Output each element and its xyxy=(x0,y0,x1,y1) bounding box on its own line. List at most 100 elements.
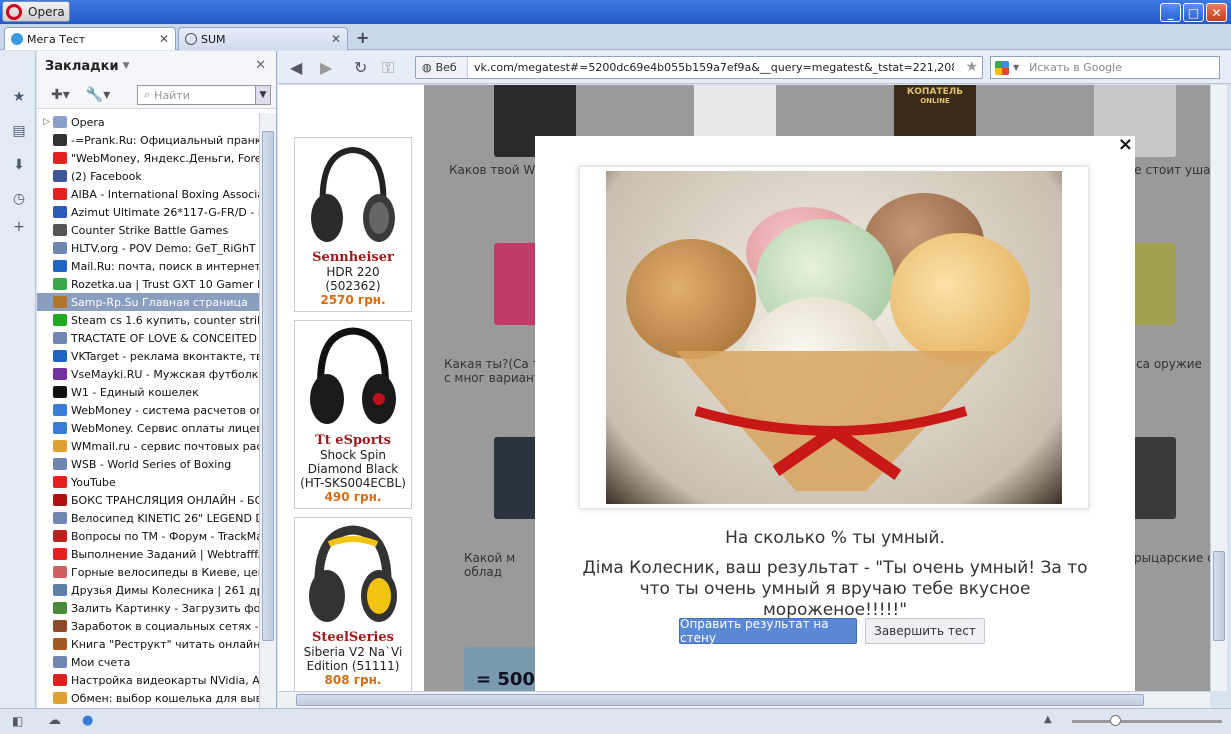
bookmark-item[interactable]: Steam cs 1.6 купить, counter strike... xyxy=(37,311,259,329)
bookmarks-search-input[interactable]: ⌕ Найти ▼ xyxy=(137,85,271,105)
address-field[interactable]: ◍ Веб vk.com/megatest#=5200dc69e4b055b15… xyxy=(415,56,983,79)
bookmark-label: Вопросы по ТМ - Форум - TrackMan... xyxy=(71,529,259,543)
social-icon xyxy=(53,620,67,632)
ice-cream-image xyxy=(579,166,1089,509)
mailru-icon xyxy=(53,260,67,272)
forward-icon[interactable]: ▶ xyxy=(320,58,332,77)
ad-brand[interactable]: Sennheiser xyxy=(297,250,409,265)
bookmark-item[interactable]: Мои счета xyxy=(37,653,259,671)
bookmark-item[interactable]: Rozetka.ua | Trust GXT 10 Gamer H... xyxy=(37,275,259,293)
bookmark-item[interactable]: Велосипед KINETIC 26" LEGEND Di... xyxy=(37,509,259,527)
downloads-panel-icon[interactable]: ⬇ xyxy=(11,157,27,173)
bookmark-item[interactable]: VKTarget - реклама вконтакте, тв... xyxy=(37,347,259,365)
history-panel-icon[interactable]: ◷ xyxy=(11,191,27,207)
bookmarks-panel-icon[interactable]: ★ xyxy=(11,89,27,105)
bookmark-label: Rozetka.ua | Trust GXT 10 Gamer H... xyxy=(71,277,259,291)
google-search-input[interactable]: ▼ Искать в Google xyxy=(990,56,1220,79)
tab-sum[interactable]: SUM ✕ xyxy=(178,27,348,50)
bookmark-item[interactable]: Залить Картинку - Загрузить фот... xyxy=(37,599,259,617)
opera-menu-button[interactable]: Opera xyxy=(2,1,70,22)
w1-icon xyxy=(53,386,67,398)
zoom-slider[interactable] xyxy=(1072,715,1222,726)
close-window-button[interactable]: ✕ xyxy=(1206,3,1227,22)
expand-icon[interactable]: ▷ xyxy=(43,117,50,127)
bookmark-item[interactable]: Книга "Реструкт" читать онлайн, ... xyxy=(37,635,259,653)
tab-mega-test[interactable]: Мега Тест ✕ xyxy=(4,27,176,50)
bookmark-item[interactable]: Mail.Ru: почта, поиск в интернете... xyxy=(37,257,259,275)
page-vertical-scrollbar[interactable] xyxy=(1210,85,1227,691)
ad-brand[interactable]: Tt eSports xyxy=(297,433,409,448)
bookmark-item[interactable]: (2) Facebook xyxy=(37,167,259,185)
bookmark-item[interactable]: WebMoney. Сервис оплаты лицев... xyxy=(37,419,259,437)
post-to-wall-button[interactable]: Оправить результат на стену xyxy=(679,617,857,645)
add-panel-icon[interactable]: + xyxy=(11,219,27,235)
globe-icon xyxy=(53,224,67,236)
bookmark-item[interactable]: Горные велосипеды в Киеве, цен... xyxy=(37,563,259,581)
reload-icon[interactable]: ↻ xyxy=(354,58,367,77)
bookmarks-list: ▷ Opera -=Prank.Ru: Официальный пранк-... "… xyxy=(37,113,259,708)
bookmark-label: -=Prank.Ru: Официальный пранк-... xyxy=(71,133,259,147)
bookmark-item[interactable]: YouTube xyxy=(37,473,259,491)
bookmark-star-icon[interactable]: ★ xyxy=(965,59,978,75)
add-bookmark-icon[interactable]: ✚▾ xyxy=(51,87,70,103)
web-badge[interactable]: ◍ Веб xyxy=(416,57,468,78)
ad-card[interactable]: Sennheiser HDR 220 (502362) 2570 грн. xyxy=(294,137,412,312)
bookmark-item[interactable]: WMmail.ru - сервис почтовых расс... xyxy=(37,437,259,455)
maximize-button[interactable]: □ xyxy=(1183,3,1204,22)
ad-card[interactable]: Tt eSports Shock Spin Diamond Black (HT-… xyxy=(294,320,412,509)
bookmark-item[interactable]: Counter Strike Battle Games xyxy=(37,221,259,239)
bookmark-item[interactable]: Выполнение Заданий | Webtrafff.ru xyxy=(37,545,259,563)
bookmark-item[interactable]: Настройка видеокарты NVidia, AT... xyxy=(37,671,259,689)
url-text[interactable]: vk.com/megatest#=5200dc69e4b055b159a7ef9… xyxy=(474,61,954,74)
tab-label: Мега Тест xyxy=(27,32,86,46)
bookmark-item[interactable]: Друзья Димы Колесника | 261 друг xyxy=(37,581,259,599)
page-horizontal-scrollbar[interactable] xyxy=(278,691,1210,708)
folder-icon xyxy=(53,116,67,128)
scrollbar-thumb[interactable] xyxy=(1213,551,1225,641)
notes-panel-icon[interactable]: ▤ xyxy=(11,123,27,139)
bookmark-item[interactable]: TRACTATE OF LOVE & CONCEITED ... xyxy=(37,329,259,347)
scrollbar-thumb[interactable] xyxy=(262,131,274,641)
bookmark-item[interactable]: Samp-Rp.Su Главная страница xyxy=(37,293,259,311)
ad-model: Shock Spin Diamond Black (HT-SKS004ECBL) xyxy=(300,448,406,490)
back-icon[interactable]: ◀ xyxy=(290,58,302,77)
bookmark-item[interactable]: -=Prank.Ru: Официальный пранк-... xyxy=(37,131,259,149)
close-tab-icon[interactable]: ✕ xyxy=(159,32,169,46)
close-tab-icon[interactable]: ✕ xyxy=(331,32,341,46)
bookmark-item[interactable]: HLTV.org - POV Demo: GeT_RiGhT v... xyxy=(37,239,259,257)
wrench-icon[interactable]: 🔧▾ xyxy=(86,87,110,103)
bookmarks-header[interactable]: Закладки ▼ ✕ xyxy=(37,51,276,81)
bookmark-label: Steam cs 1.6 купить, counter strike... xyxy=(71,313,259,327)
bookmark-item[interactable]: VseMayki.RU - Мужская футболка ... xyxy=(37,365,259,383)
bookmarks-scrollbar[interactable] xyxy=(259,113,276,708)
toggle-panels-icon[interactable]: ◧ xyxy=(12,714,23,728)
ad-card[interactable]: SteelSeries Siberia V2 Na`Vi Edition (51… xyxy=(294,517,412,691)
close-panel-icon[interactable]: ✕ xyxy=(255,58,266,73)
bookmark-item[interactable]: Azimut Ultimate 26*117-G-FR/D - ку... xyxy=(37,203,259,221)
bookmark-item[interactable]: W1 - Единый кошелек xyxy=(37,383,259,401)
minimize-button[interactable]: _ xyxy=(1160,3,1181,22)
new-tab-button[interactable]: + xyxy=(356,28,369,47)
key-icon[interactable]: ⚿ xyxy=(382,58,394,78)
bookmark-item[interactable]: AIBA - International Boxing Associat... xyxy=(37,185,259,203)
zoom-slider-knob[interactable] xyxy=(1110,715,1121,726)
scrollbar-thumb[interactable] xyxy=(296,694,1144,706)
close-dialog-button[interactable]: × xyxy=(1118,134,1133,155)
bookmark-item[interactable]: БОКС ТРАНСЛЯЦИЯ ОНЛАЙН - БО... xyxy=(37,491,259,509)
bookmark-item[interactable]: Вопросы по ТМ - Форум - TrackMan... xyxy=(37,527,259,545)
bookmark-item[interactable]: WebMoney - система расчетов online xyxy=(37,401,259,419)
opera-menu-label: Opera xyxy=(28,4,65,19)
bookmark-item[interactable]: ▷ Opera xyxy=(37,113,259,131)
chevron-down-icon[interactable]: ▼ xyxy=(255,86,270,104)
finish-test-button[interactable]: Завершить тест xyxy=(865,618,985,644)
unite-icon[interactable]: ● xyxy=(82,713,93,728)
chevron-down-icon[interactable]: ▼ xyxy=(1013,63,1019,72)
ad-brand[interactable]: SteelSeries xyxy=(297,630,409,645)
bookmark-item[interactable]: WSB - World Series of Boxing xyxy=(37,455,259,473)
status-bar: ◧ ☁ ● ▲ xyxy=(0,708,1231,734)
turbo-icon[interactable]: ☁ xyxy=(48,713,61,728)
bookmark-item[interactable]: Обмен: выбор кошелька для выв... xyxy=(37,689,259,707)
bookmark-item[interactable]: "WebMoney, Яндекс.Деньги, Fore... xyxy=(37,149,259,167)
bookmark-item[interactable]: Заработок в социальных сетях - ... xyxy=(37,617,259,635)
chevron-up-icon[interactable]: ▲ xyxy=(1044,714,1052,725)
